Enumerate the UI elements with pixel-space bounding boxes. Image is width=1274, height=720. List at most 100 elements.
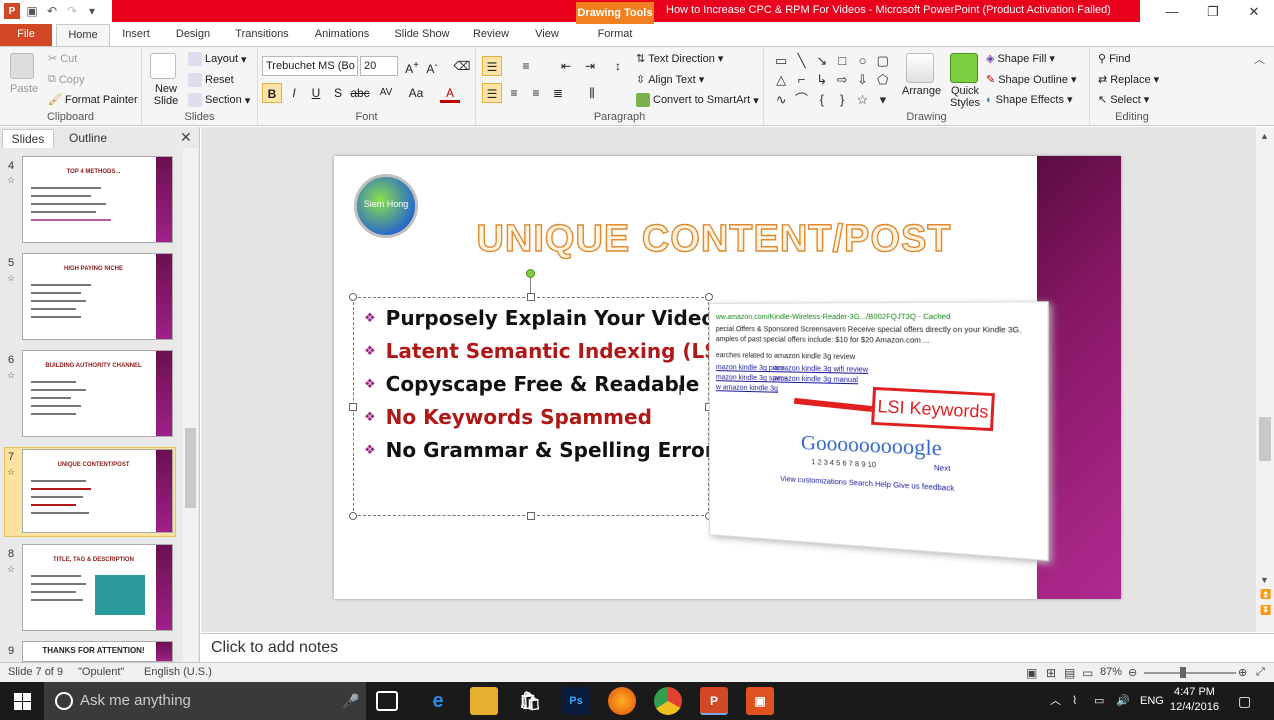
tab-file[interactable]: File bbox=[0, 24, 52, 46]
decrease-indent-icon[interactable]: ⇤ bbox=[556, 56, 576, 76]
restore-button[interactable]: ❐ bbox=[1193, 2, 1233, 22]
close-button[interactable]: ✕ bbox=[1234, 2, 1274, 22]
section-button[interactable]: Section ▾ bbox=[188, 93, 250, 107]
tab-animations[interactable]: Animations bbox=[306, 24, 378, 46]
clock[interactable]: 4:47 PM 12/4/2016 bbox=[1170, 685, 1219, 715]
arrange-button[interactable]: Arrange bbox=[902, 85, 941, 97]
previous-slide-icon[interactable]: ⏫ bbox=[1260, 589, 1271, 600]
italic-icon[interactable]: I bbox=[284, 83, 304, 103]
resize-handle[interactable] bbox=[349, 403, 357, 411]
brace-left-icon[interactable]: { bbox=[813, 92, 831, 109]
photoshop-icon[interactable]: Ps bbox=[562, 687, 590, 715]
zoom-level[interactable]: 87% bbox=[1100, 666, 1122, 678]
fit-window-icon[interactable]: ⤢ bbox=[1256, 666, 1265, 679]
justify-icon[interactable]: ≣ bbox=[548, 83, 568, 103]
line-spacing-icon[interactable]: ↕ bbox=[608, 56, 628, 76]
font-size-select[interactable]: 20 bbox=[360, 56, 398, 76]
find-button[interactable]: ⚲ Find bbox=[1098, 52, 1130, 66]
align-text-button[interactable]: ⇳ Align Text ▾ bbox=[636, 73, 704, 87]
next-slide-icon[interactable]: ⏬ bbox=[1260, 605, 1271, 616]
grow-font-icon[interactable]: A+ bbox=[402, 56, 422, 76]
panel-scroll-thumb[interactable] bbox=[185, 428, 196, 508]
cortana-search[interactable]: Ask me anything 🎤 bbox=[44, 682, 366, 720]
task-view-icon[interactable] bbox=[376, 691, 398, 711]
powerpoint-taskbar-icon[interactable]: P bbox=[700, 687, 728, 715]
file-explorer-icon[interactable] bbox=[470, 687, 498, 715]
font-family-select[interactable]: Trebuchet MS (Bo bbox=[262, 56, 358, 76]
slide-title[interactable]: UNIQUE CONTENT/POST bbox=[434, 217, 994, 261]
quick-styles-button[interactable]: Quick Styles bbox=[948, 85, 982, 109]
customize-qat-icon[interactable]: ▾ bbox=[84, 3, 100, 19]
slide-thumbnail-4[interactable]: TOP 4 METHODS... bbox=[22, 156, 173, 243]
start-button[interactable] bbox=[0, 682, 44, 720]
resize-handle[interactable] bbox=[349, 512, 357, 520]
normal-view-icon[interactable]: ▣ bbox=[1026, 666, 1037, 680]
language-tray[interactable]: ENG bbox=[1140, 682, 1164, 720]
shapes-gallery[interactable]: ▭ ╲ ↘ □ ○ ▢ △ ⌐ ↳ ⇨ ⇩ ⬠ ∿ ⌒{} ☆ ▾ bbox=[772, 53, 892, 109]
star-shape-icon[interactable]: ☆ bbox=[853, 92, 871, 109]
triangle-shape-icon[interactable]: △ bbox=[772, 72, 790, 89]
tab-home[interactable]: Home bbox=[56, 24, 110, 46]
slide-thumbnail-6[interactable]: BUILDING AUTHORITY CHANNEL bbox=[22, 350, 173, 437]
new-slide-button[interactable]: New Slide bbox=[148, 83, 184, 107]
oval-shape-icon[interactable]: ○ bbox=[853, 53, 871, 70]
minimize-button[interactable]: — bbox=[1152, 2, 1192, 22]
right-arrow-shape-icon[interactable]: ⇨ bbox=[833, 72, 851, 89]
text-direction-button[interactable]: ⇅ Text Direction ▾ bbox=[636, 52, 723, 66]
undo-icon[interactable]: ↶ bbox=[44, 3, 60, 19]
textbox-shape-icon[interactable]: ▭ bbox=[772, 53, 790, 70]
reading-view-icon[interactable]: ▤ bbox=[1064, 666, 1075, 680]
save-icon[interactable]: ▣ bbox=[24, 3, 40, 19]
rounded-rect-shape-icon[interactable]: ▢ bbox=[874, 53, 892, 70]
format-painter-button[interactable]: 🖌 Format Painter bbox=[48, 93, 138, 107]
rotate-handle[interactable] bbox=[526, 269, 535, 278]
elbow-shape-icon[interactable]: ⌐ bbox=[792, 72, 810, 89]
underline-icon[interactable]: U bbox=[306, 83, 326, 103]
search-results-image[interactable]: ww.amazon.com/Kindle-Wireless-Reader-3G.… bbox=[709, 301, 1049, 562]
language-indicator[interactable]: English (U.S.) bbox=[144, 666, 212, 678]
arc-shape-icon[interactable]: ⌒ bbox=[792, 92, 810, 109]
tab-slides-panel[interactable]: Slides bbox=[2, 129, 54, 148]
arrow-shape-icon[interactable]: ↘ bbox=[813, 53, 831, 70]
store-icon[interactable]: 🛍 bbox=[516, 687, 544, 715]
zoom-slider[interactable] bbox=[1144, 672, 1236, 674]
more-shapes-icon[interactable]: ▾ bbox=[874, 92, 892, 109]
tab-insert[interactable]: Insert bbox=[114, 24, 158, 46]
shape-outline-button[interactable]: ✎ Shape Outline ▾ bbox=[986, 73, 1076, 87]
slide-thumbnail-7[interactable]: UNIQUE CONTENT/POST bbox=[22, 449, 173, 533]
shadow-icon[interactable]: S bbox=[328, 83, 348, 103]
layout-button[interactable]: Layout ▾ bbox=[188, 52, 247, 66]
pentagon-shape-icon[interactable]: ⬠ bbox=[874, 72, 892, 89]
shape-effects-button[interactable]: ◐ Shape Effects ▾ bbox=[986, 93, 1072, 107]
align-center-icon[interactable]: ≡ bbox=[504, 83, 524, 103]
columns-icon[interactable]: ⫼ bbox=[582, 83, 602, 103]
change-case-icon[interactable]: Aa bbox=[406, 83, 426, 103]
firefox-icon[interactable] bbox=[608, 687, 636, 715]
volume-icon[interactable]: 🔊 bbox=[1116, 682, 1130, 720]
slide-sorter-icon[interactable]: ⊞ bbox=[1046, 666, 1056, 680]
shape-fill-button[interactable]: ◈ Shape Fill ▾ bbox=[986, 52, 1055, 66]
font-color-icon[interactable]: A bbox=[440, 83, 460, 103]
theme-name[interactable]: "Opulent" bbox=[78, 666, 124, 678]
panel-scrollbar[interactable] bbox=[183, 148, 198, 662]
zoom-in-icon[interactable]: ⊕ bbox=[1238, 666, 1247, 679]
curve-shape-icon[interactable]: ∿ bbox=[772, 92, 790, 109]
scroll-down-icon[interactable]: ▼ bbox=[1260, 575, 1269, 585]
notes-pane[interactable]: Click to add notes bbox=[201, 633, 1274, 662]
slide[interactable]: Siem Hong UNIQUE CONTENT/POST ❖ Purposely… bbox=[334, 156, 1121, 599]
resize-handle[interactable] bbox=[527, 293, 535, 301]
zoom-out-icon[interactable]: ⊖ bbox=[1128, 666, 1137, 679]
tab-transitions[interactable]: Transitions bbox=[228, 24, 296, 46]
align-left-icon[interactable]: ☰ bbox=[482, 83, 502, 103]
main-scrollbar[interactable]: ▲ ▼ ⏫ ⏬ bbox=[1256, 127, 1274, 632]
chrome-icon[interactable] bbox=[654, 687, 682, 715]
down-arrow-shape-icon[interactable]: ⇩ bbox=[853, 72, 871, 89]
select-button[interactable]: ↖ Select ▾ bbox=[1098, 93, 1149, 107]
close-panel-icon[interactable]: ✕ bbox=[180, 129, 192, 146]
redo-icon[interactable]: ↷ bbox=[64, 3, 80, 19]
tab-format[interactable]: Format bbox=[586, 24, 644, 46]
scroll-up-icon[interactable]: ▲ bbox=[1260, 131, 1269, 141]
bold-icon[interactable]: B bbox=[262, 83, 282, 103]
char-spacing-icon[interactable]: AV bbox=[376, 83, 396, 103]
resize-handle[interactable] bbox=[705, 293, 713, 301]
